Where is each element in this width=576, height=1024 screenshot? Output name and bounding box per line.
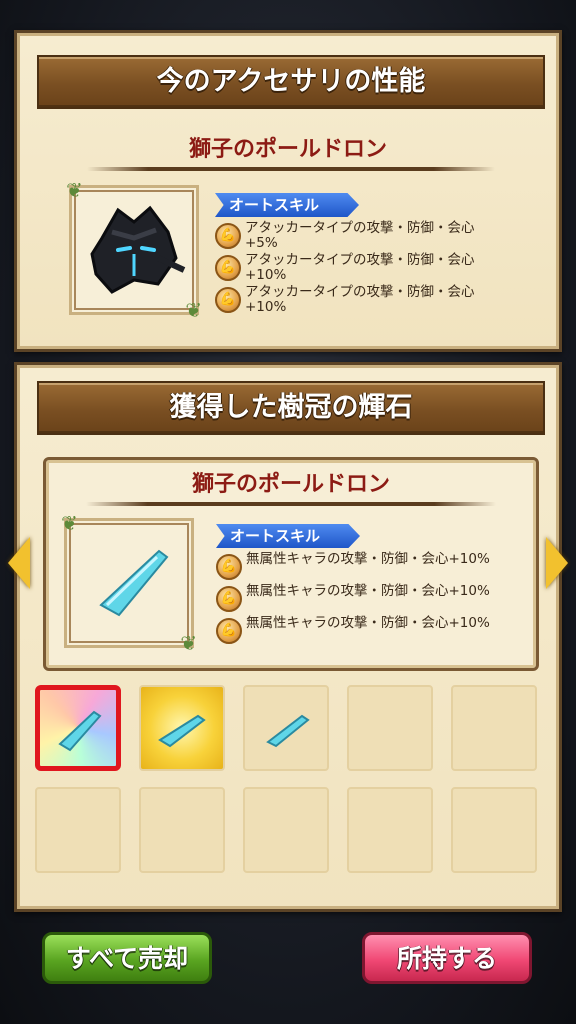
auto-skill-tag: オートスキル	[215, 193, 359, 217]
skill-row: 💪 無属性キャラの攻撃・防御・会心+10%	[216, 552, 506, 584]
inventory-slot[interactable]	[139, 685, 225, 771]
skill-text: アタッカータイプの攻撃・防御・会心+10%	[245, 284, 475, 315]
sell-all-button[interactable]: すべて売却	[42, 932, 212, 984]
skill-row: 💪 アタッカータイプの攻撃・防御・会心+5%	[215, 221, 505, 253]
inventory-slot-empty[interactable]	[243, 787, 329, 873]
skill-row: 💪 アタッカータイプの攻撃・防御・会心+10%	[215, 253, 505, 285]
inventory-slot-empty[interactable]	[347, 685, 433, 771]
obtained-skill-list: オートスキル 💪 無属性キャラの攻撃・防御・会心+10% 💪 無属性キャラの攻撃…	[216, 524, 516, 664]
obtained-item-detail-box: 獅子のポールドロン ❦ ❦ オートスキル 💪 無属性キャラの攻撃・防御・会心+1…	[43, 457, 539, 671]
skill-text: 無属性キャラの攻撃・防御・会心+10%	[246, 615, 490, 631]
inventory-slot-empty[interactable]	[139, 787, 225, 873]
muscle-arm-icon: 💪	[215, 287, 241, 313]
blue-crystal-shard-icon	[158, 714, 206, 748]
dark-armor-pauldron-icon	[90, 205, 186, 294]
muscle-arm-icon: 💪	[216, 618, 242, 644]
skill-row: 💪 無属性キャラの攻撃・防御・会心+10%	[216, 616, 506, 648]
blue-crystal-shard-icon	[99, 549, 169, 617]
current-skill-list: オートスキル 💪 アタッカータイプの攻撃・防御・会心+5% 💪 アタッカータイプ…	[215, 193, 515, 333]
inventory-slot[interactable]	[35, 685, 121, 771]
skill-text: 無属性キャラの攻撃・防御・会心+10%	[246, 551, 490, 567]
blue-crystal-shard-icon	[266, 714, 310, 748]
muscle-arm-icon: 💪	[216, 586, 242, 612]
inventory-slot-empty[interactable]	[451, 787, 537, 873]
muscle-arm-icon: 💪	[215, 223, 241, 249]
current-item-name: 獅子のポールドロン	[188, 136, 387, 162]
obtained-stone-panel: 獲得した樹冠の輝石 獅子のポールドロン ❦ ❦ オートスキル 💪 無属性キャラの…	[8, 362, 568, 912]
title-divider	[87, 167, 495, 171]
obtained-stone-banner: 獲得した樹冠の輝石	[37, 381, 545, 435]
inventory-slot-empty[interactable]	[451, 685, 537, 771]
skill-text: 無属性キャラの攻撃・防御・会心+10%	[246, 583, 490, 599]
skill-row: 💪 アタッカータイプの攻撃・防御・会心+10%	[215, 285, 505, 317]
skill-row: 💪 無属性キャラの攻撃・防御・会心+10%	[216, 584, 506, 616]
skill-text: アタッカータイプの攻撃・防御・会心+10%	[245, 252, 475, 283]
inventory-slot-empty[interactable]	[35, 787, 121, 873]
next-arrow-icon[interactable]	[546, 537, 568, 589]
inventory-slot[interactable]	[243, 685, 329, 771]
current-accessory-panel: 今のアクセサリの性能 獅子のポールドロン ❦ ❦ オートスキル 💪 アタッカータ…	[14, 30, 562, 352]
previous-arrow-icon[interactable]	[8, 537, 30, 589]
inventory-grid	[35, 685, 547, 873]
muscle-arm-icon: 💪	[216, 554, 242, 580]
title-divider	[86, 502, 496, 506]
current-item-frame: ❦ ❦	[66, 180, 202, 320]
skill-text: アタッカータイプの攻撃・防御・会心+5%	[245, 220, 475, 251]
muscle-arm-icon: 💪	[215, 255, 241, 281]
inventory-slot-empty[interactable]	[347, 787, 433, 873]
auto-skill-tag: オートスキル	[216, 524, 360, 548]
blue-crystal-shard-icon	[58, 710, 102, 752]
current-accessory-banner: 今のアクセサリの性能	[37, 55, 545, 109]
keep-button[interactable]: 所持する	[362, 932, 532, 984]
obtained-item-name: 獅子のポールドロン	[191, 471, 390, 497]
obtained-item-frame: ❦ ❦	[61, 513, 197, 653]
